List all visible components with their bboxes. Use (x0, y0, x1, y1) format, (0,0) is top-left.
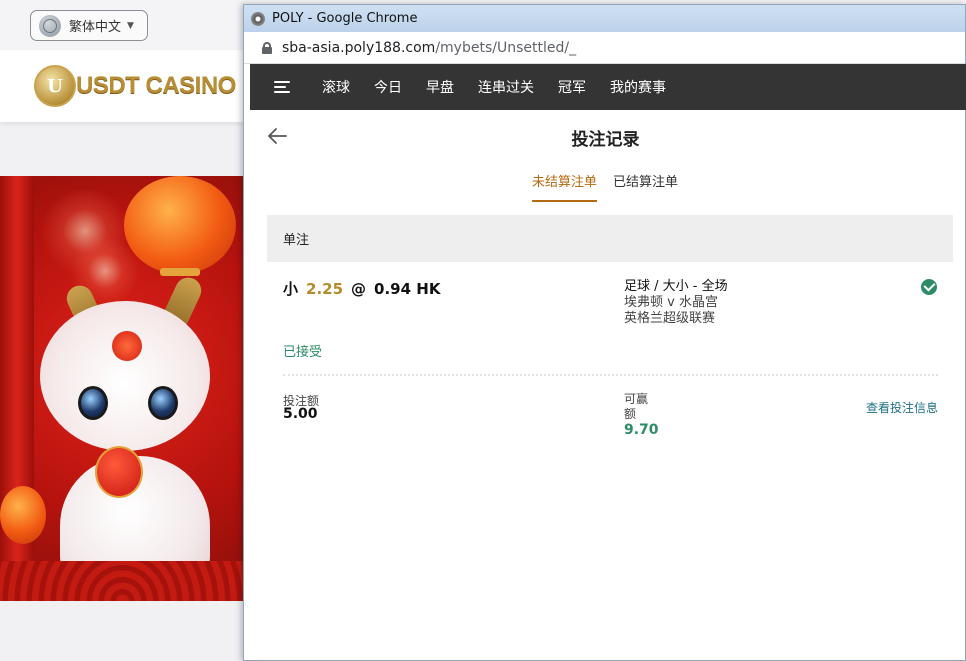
bet-selection: 小 2.25 @ 0.94 HK (283, 278, 440, 299)
url-host: sba-asia.poly188.com (282, 39, 436, 56)
stake-value: 5.00 (283, 406, 318, 422)
bet-market: 足球 / 大小 - 全场 (624, 279, 728, 294)
page-title: 投注记录 (571, 130, 640, 150)
bet-status: 已接受 (283, 345, 323, 360)
casino-logo-icon[interactable]: U (34, 65, 76, 107)
nav-item-outright[interactable]: 冠军 (558, 77, 586, 97)
globe-icon (39, 14, 61, 37)
check-circle-icon (921, 279, 937, 295)
banner-waves (0, 561, 245, 601)
dotted-divider (283, 374, 938, 376)
section-title: 单注 (283, 233, 310, 248)
tab-settled[interactable]: 已结算注单 (613, 171, 678, 202)
bet-match-info: 足球 / 大小 - 全场 埃弗顿 v 水晶宫 英格兰超级联赛 (624, 279, 728, 327)
browser-popup-window: POLY - Google Chrome sba-asia.poly188.co… (243, 4, 966, 661)
dragon-eye (78, 386, 108, 420)
lock-icon[interactable] (262, 41, 272, 54)
lantern-icon (124, 176, 236, 274)
chevron-down-icon: ▼ (127, 20, 134, 31)
promo-banner-image[interactable] (0, 176, 245, 601)
nav-item-live[interactable]: 滚球 (322, 77, 350, 97)
dragon-mascot-head (40, 301, 210, 451)
odds-at-symbol: @ (351, 280, 367, 298)
nav-item-today[interactable]: 今日 (374, 77, 402, 97)
league-name: 英格兰超级联赛 (624, 311, 716, 326)
potential-win-label: 可赢额 (624, 392, 649, 421)
selection-name: 小 (283, 280, 299, 298)
chrome-icon (251, 11, 265, 26)
hamburger-menu-icon[interactable] (250, 64, 294, 110)
address-bar[interactable]: sba-asia.poly188.com/mybets/Unsettled/_ (244, 32, 965, 64)
language-label: 繁体中文 (69, 20, 122, 35)
casino-logo-text[interactable]: USDT CASINO (76, 72, 236, 100)
nav-item-early[interactable]: 早盘 (426, 77, 454, 97)
sportsbook-navbar: 滚球 今日 早盘 连串过关 冠军 我的赛事 (250, 64, 966, 110)
handicap-line: 2.25 (306, 280, 344, 298)
window-titlebar[interactable]: POLY - Google Chrome (244, 5, 965, 32)
potential-win-value: 9.70 (624, 422, 659, 438)
view-bet-details-link[interactable]: 查看投注信息 (866, 399, 938, 416)
bet-status-tabs: 未结算注单 已结算注单 (532, 171, 678, 202)
window-title: POLY - Google Chrome (272, 11, 418, 26)
tab-unsettled[interactable]: 未结算注单 (532, 171, 598, 202)
lantern-icon (95, 446, 143, 498)
url-path: /mybets/Unsettled/_ (435, 39, 577, 56)
lantern-icon (0, 486, 46, 544)
odds-value: 0.94 HK (374, 280, 441, 298)
nav-item-my-events[interactable]: 我的赛事 (610, 77, 666, 97)
match-teams: 埃弗顿 v 水晶宫 (624, 295, 718, 310)
nav-item-parlay[interactable]: 连串过关 (478, 77, 534, 97)
language-selector[interactable]: 繁体中文 ▼ (30, 10, 148, 41)
single-bet-section-header: 单注 (267, 215, 953, 262)
dragon-eye (148, 386, 178, 420)
